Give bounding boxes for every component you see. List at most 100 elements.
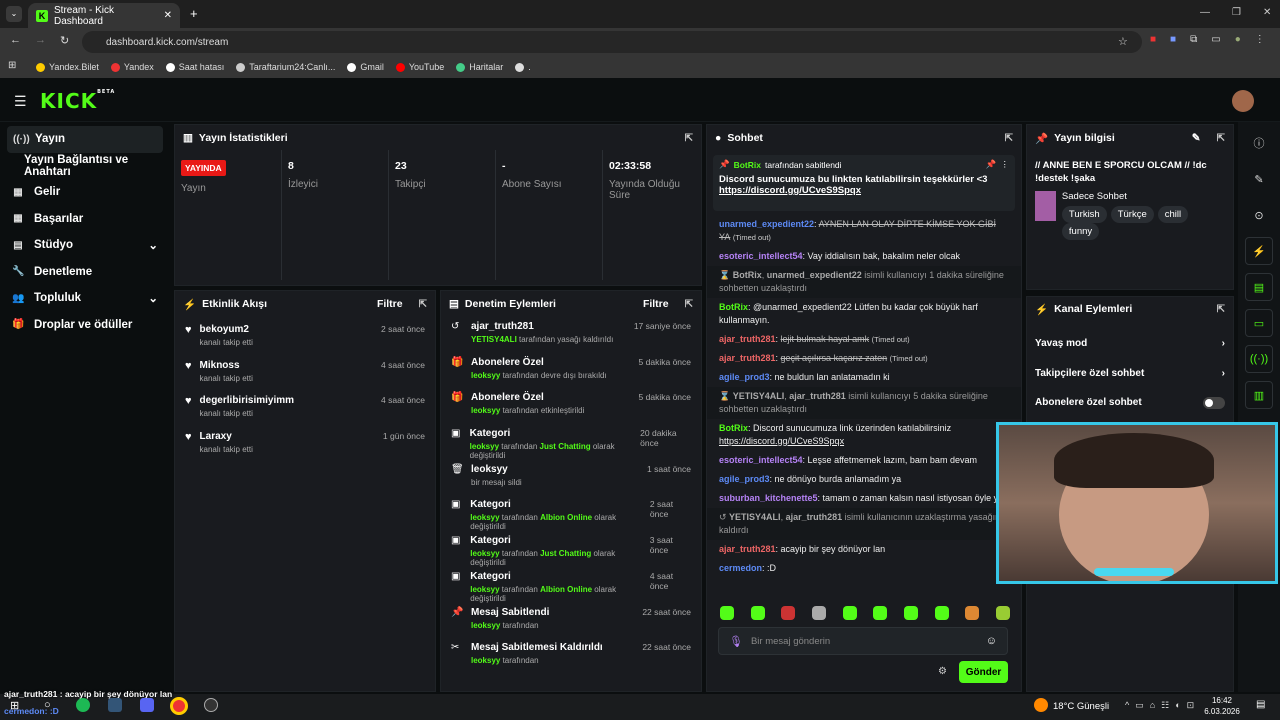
url-input[interactable]: dashboard.kick.com/stream (82, 31, 1142, 53)
sidepanel-icon[interactable]: ▭ (1211, 34, 1220, 45)
mic-icon[interactable]: 🎙 (729, 635, 743, 648)
search-icon[interactable]: ○ (44, 699, 51, 711)
chat-settings-gear-icon[interactable]: ⚙ (938, 666, 947, 677)
chrome-icon[interactable] (170, 697, 188, 715)
bookmark-star-icon[interactable]: ☆ (1118, 35, 1128, 48)
chat-username[interactable]: ajar_truth281 (719, 353, 776, 363)
clock-time[interactable]: 16:42 (1206, 696, 1238, 705)
chat-input[interactable]: 🎙 Bir mesaj gönderin ☺ (718, 627, 1008, 655)
weather-text[interactable]: 18°C Güneşli (1053, 701, 1109, 712)
lightning-icon[interactable]: ⚡ (1245, 237, 1273, 265)
more-options-icon[interactable]: ⋮ (1001, 159, 1010, 170)
emote-icon[interactable] (995, 606, 1010, 620)
bookmark-youtube[interactable]: YouTube (395, 62, 444, 72)
kick-logo[interactable]: KICKBETA (40, 89, 115, 113)
pinned-by-user[interactable]: BotRix (734, 160, 761, 170)
moderation-user[interactable]: leoksyy (470, 549, 499, 558)
emote-icon[interactable] (873, 606, 888, 620)
broadcast-icon[interactable]: ((·)) (1245, 345, 1273, 373)
system-tray-icons[interactable]: ^▭⌂☷◐⊡ (1125, 700, 1200, 711)
bookmark-yandex-bilet[interactable]: Yandex.Bilet (36, 62, 99, 72)
spotify-icon[interactable] (76, 698, 90, 712)
emote-icon[interactable] (750, 606, 765, 620)
moderation-user[interactable]: leoksyy (471, 406, 500, 415)
profile-avatar-icon[interactable]: ● (1235, 34, 1241, 45)
obs-icon[interactable] (204, 698, 218, 712)
slow-mode-row[interactable]: Yavaş mod › (1027, 329, 1233, 359)
chat-username[interactable]: agile_prod3 (719, 474, 770, 484)
bookmark-taraftarium[interactable]: Taraftarium24:Canlı... (236, 62, 335, 72)
emote-icon[interactable] (965, 606, 980, 620)
bookmark-yandex[interactable]: Yandex (110, 62, 154, 72)
popout-icon[interactable]: ⇱ (1217, 304, 1225, 315)
app-icon[interactable] (108, 698, 122, 712)
sidebar-item-studyo[interactable]: ▤ Stüdyo ⌄ (0, 232, 170, 259)
sidebar-item-gelir[interactable]: ▦ Gelir (0, 179, 170, 206)
info-icon[interactable]: ⓘ (1245, 129, 1273, 157)
bookmark-haritalar[interactable]: Haritalar (456, 62, 503, 72)
emote-icon[interactable] (842, 606, 857, 620)
chat-username[interactable]: unarmed_expedient22 (719, 219, 814, 229)
moderation-user[interactable]: leoksyy (470, 442, 499, 451)
reload-icon[interactable]: ↻ (60, 34, 69, 47)
extensions-puzzle-icon[interactable]: ⧉ (1190, 34, 1197, 45)
notification-icon[interactable]: ▤ (1256, 699, 1265, 710)
sidebar-item-basarilar[interactable]: ▦ Başarılar (0, 206, 170, 233)
browser-tab[interactable]: K Stream - Kick Dashboard ✕ (28, 3, 180, 28)
chat-username[interactable]: ajar_truth281 (719, 544, 776, 554)
minimize-icon[interactable]: — (1200, 7, 1210, 18)
moderation-user[interactable]: leoksyy (471, 621, 500, 630)
discord-icon[interactable] (140, 698, 154, 712)
sidebar-item-topluluk[interactable]: 👥 Topluluk ⌄ (0, 285, 170, 312)
moderation-user[interactable]: leoksyy (470, 585, 499, 594)
popout-icon[interactable]: ⇱ (1005, 133, 1013, 144)
windows-start-icon[interactable]: ⊞ (10, 699, 19, 712)
chat-username[interactable]: esoteric_intellect54 (719, 251, 803, 261)
bookmark-other[interactable]: . (515, 62, 531, 72)
send-button[interactable]: Gönder (959, 661, 1008, 683)
chat-username[interactable]: suburban_kitchenette5 (719, 493, 818, 503)
chat-username[interactable]: BotRix (719, 302, 748, 312)
popout-icon[interactable]: ⇱ (419, 299, 427, 310)
forward-icon[interactable]: → (35, 34, 46, 47)
back-icon[interactable]: ← (10, 34, 21, 47)
moderation-user[interactable]: YETISY4ALI (471, 335, 517, 344)
chat-username[interactable]: cermedon (719, 563, 762, 573)
popout-icon[interactable]: ⇱ (1217, 133, 1225, 144)
sidebar-item-stream-key[interactable]: Yayın Bağlantısı ve Anahtarı (0, 153, 170, 180)
moderation-user[interactable]: leoksyy (471, 371, 500, 380)
unpin-icon[interactable]: 📌 (986, 159, 997, 170)
new-tab-icon[interactable]: + (190, 6, 198, 21)
clock-date[interactable]: 6.03.2026 (1198, 707, 1246, 716)
sidebar-item-droplar[interactable]: 🎁 Droplar ve ödüller (0, 312, 170, 339)
moderation-user[interactable]: leoksyy (471, 656, 500, 665)
document-icon[interactable]: ▤ (1245, 273, 1273, 301)
edit-pencil-icon[interactable]: ✎ (1192, 132, 1201, 144)
bookmark-saat-hatasi[interactable]: Saat hatası (165, 62, 224, 72)
popout-icon[interactable]: ⇱ (685, 299, 693, 310)
emote-icon[interactable] (781, 606, 796, 620)
extension-icon[interactable]: ■ (1150, 34, 1156, 45)
close-window-icon[interactable]: ✕ (1263, 7, 1271, 18)
emote-icon[interactable] (903, 606, 918, 620)
chat-username[interactable]: ajar_truth281 (719, 334, 776, 344)
filter-button[interactable]: Filtre (377, 298, 403, 310)
stats-icon[interactable]: ▥ (1245, 381, 1273, 409)
emoji-icon[interactable]: ☺ (986, 635, 997, 647)
bookmark-gmail[interactable]: Gmail (347, 62, 384, 72)
apps-grid-icon[interactable]: ⊞ (8, 60, 16, 71)
category-name[interactable]: Sadece Sohbet (1062, 191, 1225, 202)
popout-icon[interactable]: ⇱ (685, 133, 693, 144)
moderation-user[interactable]: leoksyy (470, 513, 499, 522)
hamburger-menu-icon[interactable]: ☰ (14, 93, 27, 110)
chat-icon[interactable]: ▭ (1245, 309, 1273, 337)
emote-icon[interactable] (720, 606, 734, 620)
chat-username[interactable]: esoteric_intellect54 (719, 455, 803, 465)
followers-only-row[interactable]: Takipçilere özel sohbet › (1027, 359, 1233, 389)
sidebar-item-denetleme[interactable]: 🔧 Denetleme (0, 259, 170, 286)
edit-icon[interactable]: ✎ (1245, 165, 1273, 193)
filter-button[interactable]: Filtre (643, 298, 669, 310)
close-tab-icon[interactable]: ✕ (164, 10, 172, 21)
emote-icon[interactable] (934, 606, 949, 620)
chat-username[interactable]: agile_prod3 (719, 372, 770, 382)
